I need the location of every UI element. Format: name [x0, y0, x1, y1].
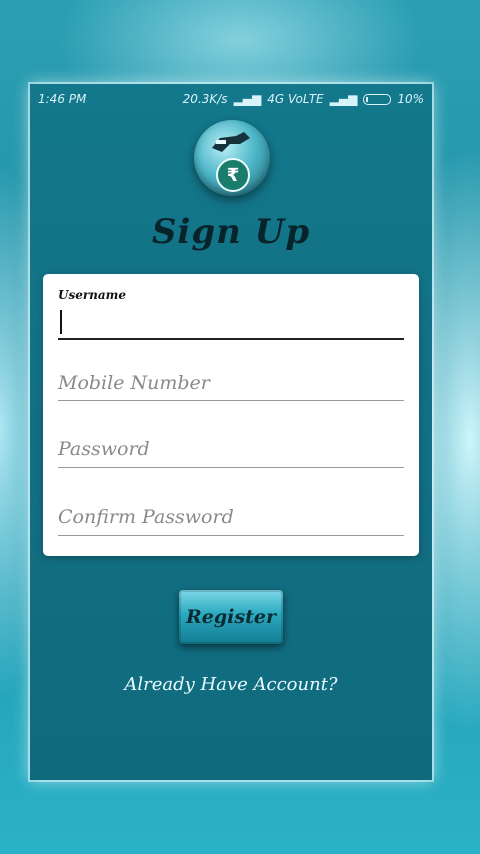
signal-icon: ▂▄▆ — [233, 92, 262, 106]
already-have-account-link[interactable]: Already Have Account? — [30, 674, 432, 695]
text-caret — [60, 310, 62, 334]
hand-icon — [212, 132, 250, 152]
status-time: 1:46 PM — [38, 92, 87, 106]
page-title: Sign Up — [151, 212, 311, 252]
network-type: 4G VoLTE — [267, 92, 324, 106]
battery-level: 10% — [397, 92, 424, 106]
battery-icon — [363, 93, 392, 105]
confirm-password-underline — [58, 535, 404, 536]
app-logo: ₹ — [194, 120, 270, 196]
network-speed: 20.3K/s — [182, 92, 228, 106]
rupee-icon: ₹ — [216, 158, 250, 192]
mobile-number-placeholder: Mobile Number — [58, 372, 210, 394]
username-label: Username — [58, 288, 127, 302]
username-field[interactable]: Username — [58, 288, 404, 340]
password-underline — [58, 467, 404, 468]
password-field[interactable]: Password — [58, 438, 404, 468]
app-window: 1:46 PM 20.3K/s ▂▄▆ 4G VoLTE ▂▄▆ 10% ₹ S… — [30, 84, 432, 780]
mobile-number-field[interactable]: Mobile Number — [58, 372, 404, 402]
password-placeholder: Password — [58, 438, 150, 460]
status-bar: 1:46 PM 20.3K/s ▂▄▆ 4G VoLTE ▂▄▆ 10% — [30, 84, 432, 114]
signal-icon-2: ▂▄▆ — [329, 92, 358, 106]
register-button[interactable]: Register — [179, 590, 283, 644]
confirm-password-placeholder: Confirm Password — [58, 506, 234, 528]
status-indicators: 20.3K/s ▂▄▆ 4G VoLTE ▂▄▆ 10% — [183, 92, 424, 106]
signup-form: Username Mobile Number Password Confirm … — [43, 274, 419, 556]
username-underline — [58, 338, 404, 340]
mobile-number-underline — [58, 400, 404, 401]
confirm-password-field[interactable]: Confirm Password — [58, 506, 404, 536]
